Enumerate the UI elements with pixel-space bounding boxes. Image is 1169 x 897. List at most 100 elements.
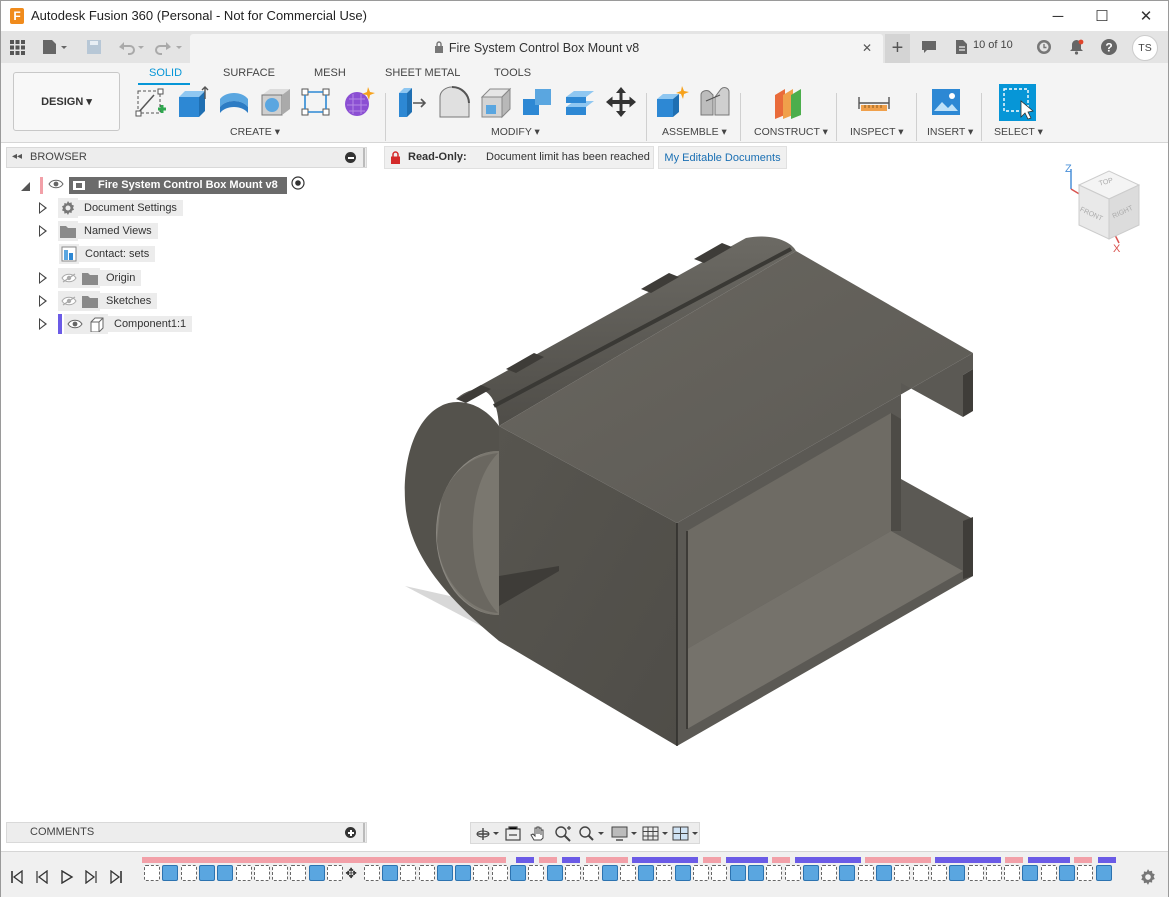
timeline-body-feature-icon[interactable] [839, 865, 856, 881]
timeline-next-icon[interactable] [84, 870, 98, 884]
new-tab-icon[interactable]: + [885, 34, 910, 63]
chat-icon[interactable] [920, 38, 938, 56]
timeline-first-icon[interactable] [10, 870, 24, 884]
my-editable-documents-link[interactable]: My Editable Documents [658, 146, 787, 169]
expand-icon[interactable] [39, 225, 47, 237]
timeline-sketch-feature-icon[interactable] [400, 865, 417, 881]
resize-grip[interactable] [363, 148, 365, 167]
maximize-button[interactable]: ☐ [1080, 3, 1124, 29]
offset-face-icon[interactable] [563, 85, 597, 119]
visibility-eye-icon[interactable] [48, 176, 64, 194]
create-group-label[interactable]: CREATE ▾ [230, 126, 280, 138]
timeline-sketch-feature-icon[interactable] [711, 865, 728, 881]
timeline-body-feature-icon[interactable] [729, 865, 746, 881]
viewports-icon[interactable] [672, 825, 700, 842]
timeline-sketch-feature-icon[interactable] [930, 865, 947, 881]
timeline-last-icon[interactable] [109, 870, 123, 884]
timeline-sketch-feature-icon[interactable] [693, 865, 709, 881]
timeline-previous-icon[interactable] [35, 870, 49, 884]
fit-zoom-icon[interactable] [578, 825, 606, 842]
hidden-eye-icon[interactable] [58, 291, 80, 311]
timeline-sketch-feature-icon[interactable] [985, 865, 1002, 881]
timeline-sketch-feature-icon[interactable] [528, 865, 545, 881]
timeline-body-feature-icon[interactable] [455, 865, 472, 881]
versions-icon[interactable] [953, 38, 971, 56]
timeline-body-feature-icon[interactable] [308, 865, 325, 881]
timeline-settings-gear-icon[interactable] [1139, 868, 1157, 886]
version-count[interactable]: 10 of 10 [973, 39, 1013, 51]
timeline-sketch-feature-icon[interactable] [912, 865, 929, 881]
expand-icon[interactable] [39, 295, 47, 307]
comments-panel-header[interactable]: COMMENTS [6, 822, 367, 843]
timeline-body-feature-icon[interactable] [381, 865, 398, 881]
document-tab[interactable]: Fire System Control Box Mount v8 ✕ [190, 34, 883, 63]
timeline-body-feature-icon[interactable] [510, 865, 526, 881]
expand-icon[interactable] [39, 202, 47, 214]
expand-icon[interactable] [39, 318, 47, 330]
hole-icon[interactable] [259, 85, 293, 119]
timeline-body-feature-icon[interactable] [802, 865, 819, 881]
browser-item-component[interactable]: Component1:1 [39, 314, 193, 334]
timeline-sketch-feature-icon[interactable] [235, 865, 252, 881]
user-avatar[interactable]: TS [1132, 35, 1158, 61]
joint-icon[interactable] [697, 85, 731, 119]
timeline-sketch-feature-icon[interactable] [1004, 865, 1021, 881]
inspect-group-label[interactable]: INSPECT ▾ [850, 126, 904, 138]
select-group-label[interactable]: SELECT ▾ [994, 126, 1043, 138]
insert-image-icon[interactable] [929, 85, 963, 119]
timeline-body-feature-icon[interactable] [546, 865, 563, 881]
activate-radio-icon[interactable] [291, 175, 305, 195]
timeline-sketch-feature-icon[interactable] [894, 865, 911, 881]
select-tool-icon[interactable] [999, 84, 1036, 121]
timeline-sketch-feature-icon[interactable] [180, 865, 197, 881]
timeline-body-feature-icon[interactable] [436, 865, 453, 881]
combine-icon[interactable] [521, 85, 555, 119]
modify-group-label[interactable]: MODIFY ▾ [491, 126, 540, 138]
timeline-sketch-feature-icon[interactable] [253, 865, 270, 881]
construct-group-label[interactable]: CONSTRUCT ▾ [754, 126, 828, 138]
timeline-sketch-feature-icon[interactable] [473, 865, 490, 881]
timeline-sketch-feature-icon[interactable] [491, 865, 508, 881]
timeline-body-feature-icon[interactable] [601, 865, 618, 881]
browser-item-named-views[interactable]: Named Views [39, 221, 158, 241]
visibility-eye-icon[interactable] [64, 314, 86, 334]
timeline-sketch-feature-icon[interactable] [418, 865, 435, 881]
expand-icon[interactable] [39, 272, 47, 284]
hidden-eye-icon[interactable] [58, 268, 80, 288]
timeline-sketch-feature-icon[interactable] [564, 865, 581, 881]
viewcube[interactable]: Z X TOP FRONT RIGHT [1059, 161, 1149, 256]
browser-item-sketches[interactable]: Sketches [39, 291, 158, 311]
file-menu-icon[interactable] [40, 38, 70, 56]
timeline-sketch-feature-icon[interactable] [1077, 865, 1094, 881]
model-viewport[interactable] [391, 226, 991, 756]
fillet-icon[interactable] [437, 85, 471, 119]
grid-settings-icon[interactable] [642, 825, 670, 842]
timeline-body-feature-icon[interactable] [876, 865, 892, 881]
timeline-body-feature-icon[interactable] [217, 865, 234, 881]
notifications-bell-icon[interactable] [1067, 38, 1085, 56]
browser-item-origin[interactable]: Origin [39, 268, 142, 288]
redo-icon[interactable] [153, 38, 185, 56]
pan-hand-icon[interactable] [529, 825, 547, 842]
timeline-sketch-feature-icon[interactable] [363, 865, 380, 881]
tab-solid[interactable]: SOLID [149, 67, 182, 79]
timeline-sketch-feature-icon[interactable] [1040, 865, 1057, 881]
job-status-icon[interactable] [1035, 38, 1053, 56]
timeline-sketch-feature-icon[interactable] [144, 865, 160, 881]
timeline-body-feature-icon[interactable] [1095, 865, 1112, 881]
tab-mesh[interactable]: MESH [314, 67, 346, 79]
assemble-group-label[interactable]: ASSEMBLE ▾ [662, 126, 727, 138]
measure-icon[interactable] [857, 85, 891, 119]
timeline-sketch-feature-icon[interactable] [821, 865, 838, 881]
tab-surface[interactable]: SURFACE [223, 67, 275, 79]
tab-tools[interactable]: TOOLS [494, 67, 531, 79]
browser-root-row[interactable]: Fire System Control Box Mount v8 [21, 175, 305, 195]
timeline-sketch-feature-icon[interactable] [967, 865, 984, 881]
timeline-move-feature-icon[interactable]: ✥ [345, 865, 361, 881]
add-comment-icon[interactable] [345, 827, 356, 838]
close-tab-icon[interactable]: ✕ [862, 41, 872, 55]
close-window-button[interactable]: ✕ [1124, 3, 1168, 29]
timeline-body-feature-icon[interactable] [638, 865, 655, 881]
timeline-sketch-feature-icon[interactable] [656, 865, 673, 881]
timeline-sketch-feature-icon[interactable] [619, 865, 636, 881]
